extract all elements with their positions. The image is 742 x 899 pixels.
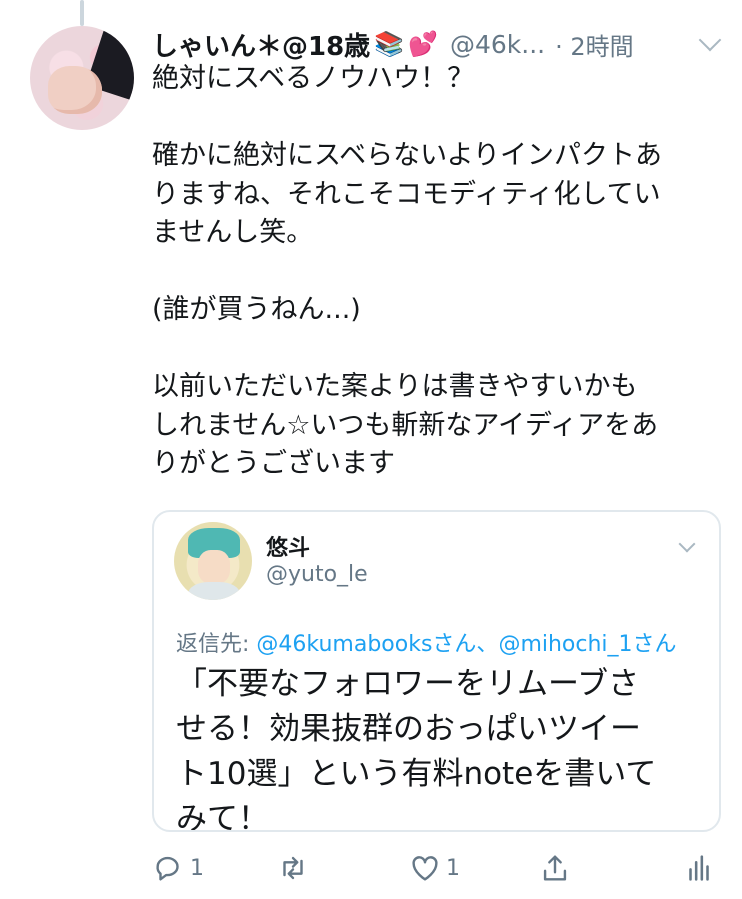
like-count: 1 (446, 855, 460, 881)
reply-mention-link[interactable]: @mihochi_1さん (498, 632, 676, 657)
tweet-line-blank (152, 253, 727, 292)
display-name[interactable]: しゃいん＊@18歳 (152, 26, 370, 63)
analytics-button[interactable] (682, 848, 716, 888)
chevron-down-icon[interactable] (678, 535, 696, 553)
quoted-avatar-body (188, 582, 240, 600)
tweet-header: しゃいん＊@18歳 📚 💕 @46k... · 2時間 (152, 24, 722, 64)
tweet-line: りがとうございます (152, 448, 395, 479)
quoted-display-name[interactable]: 悠斗 (266, 530, 310, 562)
tweet-line: 以前いただいた案よりは書きやすいかも (152, 371, 638, 402)
reply-icon (156, 856, 179, 881)
quoted-line: せる！効果抜群のおっぱいツイー (176, 711, 641, 747)
tweet-text: 絶対にスベるノウハウ！？ 確かに絶対にスベらないよりインパクトあ りますね、それ… (152, 60, 727, 484)
quoted-avatar[interactable] (174, 522, 252, 600)
tweet-line: (誰が買うねん...) (152, 294, 361, 325)
reply-count: 1 (190, 855, 204, 881)
avatar[interactable] (30, 26, 134, 130)
analytics-icon (689, 855, 709, 881)
reply-to-line: 返信先: @46kumabooksさん、@mihochi_1さん (176, 626, 677, 658)
tweet-actions-bar: 1 1 (152, 848, 722, 888)
books-emoji-icon: 📚 (374, 30, 405, 58)
reply-to-prefix: 返信先: (176, 632, 257, 657)
quoted-line: みて！ (176, 801, 269, 832)
tweet-line: 確かに絶対にスベらないよりインパクトあ (152, 140, 663, 171)
tweet-line-blank (152, 99, 727, 138)
quoted-tweet-card[interactable]: 悠斗 @yuto_le 返信先: @46kumabooksさん、@mihochi… (152, 510, 721, 832)
tweet-line: しれません☆いつも斬新なアイディアをあ (152, 409, 659, 441)
like-button[interactable]: 1 (408, 848, 460, 888)
tweet-line: 絶対にスベるノウハウ！？ (152, 63, 475, 94)
chevron-down-icon[interactable] (698, 28, 722, 52)
share-icon (543, 855, 567, 881)
retweet-button[interactable] (276, 848, 310, 888)
reply-mention-link[interactable]: @46kumabooksさん (256, 632, 476, 657)
avatar-hand (48, 66, 102, 114)
reply-button[interactable]: 1 (152, 848, 204, 888)
retweet-icon (283, 856, 303, 880)
like-icon (412, 856, 438, 881)
quoted-line: ト10選」という有料noteを書いて (176, 756, 657, 792)
quoted-line: 「不要なフォロワーをリムーブさ (176, 666, 640, 702)
tweet-timestamp[interactable]: · 2時間 (555, 27, 634, 62)
hearts-emoji-icon: 💕 (408, 30, 438, 58)
tweet-line: ませんし笑。 (152, 217, 314, 248)
user-handle[interactable]: @46k... (450, 30, 545, 59)
quoted-tweet-text: 「不要なフォロワーをリムーブさ せる！効果抜群のおっぱいツイー ト10選」という… (176, 662, 696, 832)
tweet-line: りますね、それこそコモディティ化してい (152, 178, 661, 210)
share-button[interactable] (538, 848, 572, 888)
quoted-avatar-face (198, 550, 230, 584)
quoted-user-handle[interactable]: @yuto_le (266, 562, 368, 587)
thread-connector-line (80, 0, 84, 26)
tweet-line-blank (152, 330, 727, 369)
reply-mention-separator: 、 (476, 632, 499, 657)
